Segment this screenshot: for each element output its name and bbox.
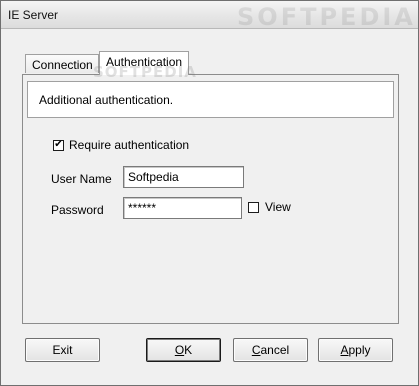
tab-authentication[interactable]: Authentication [99, 51, 189, 75]
view-row[interactable]: View [248, 200, 291, 214]
tab-authentication-label: Authentication [106, 55, 183, 69]
checkmark-icon: ✔ [54, 139, 63, 150]
require-auth-checkbox[interactable]: ✔ [53, 139, 64, 151]
apply-button-label: Apply [340, 343, 371, 357]
title-watermark: SOFTPEDIA [237, 3, 416, 31]
window-title: IE Server [8, 8, 59, 22]
ie-server-window: IE Server SOFTPEDIA Connection Authentic… [0, 0, 419, 386]
cancel-button[interactable]: Cancel [233, 338, 308, 362]
exit-button-label: Exit [52, 343, 73, 357]
tab-connection-label: Connection [32, 58, 93, 72]
cancel-button-label: Cancel [251, 343, 290, 357]
ok-button[interactable]: OK [146, 338, 221, 362]
password-label: Password [51, 203, 104, 217]
user-name-label: User Name [51, 172, 112, 186]
tab-connection[interactable]: Connection [25, 54, 99, 73]
info-text: Additional authentication. [39, 93, 174, 107]
ok-button-label: OK [174, 343, 193, 357]
view-label: View [265, 200, 291, 214]
info-box: Additional authentication. [27, 81, 394, 118]
authentication-panel: Additional authentication. ✔ Require aut… [22, 74, 399, 324]
password-input[interactable] [123, 197, 242, 219]
require-auth-row[interactable]: ✔ Require authentication [53, 138, 189, 152]
apply-button[interactable]: Apply [318, 338, 393, 362]
require-auth-label: Require authentication [69, 138, 190, 152]
title-bar[interactable]: IE Server SOFTPEDIA [1, 1, 418, 31]
view-checkbox[interactable] [248, 201, 259, 213]
user-name-input[interactable] [123, 166, 244, 188]
exit-button[interactable]: Exit [25, 338, 100, 362]
